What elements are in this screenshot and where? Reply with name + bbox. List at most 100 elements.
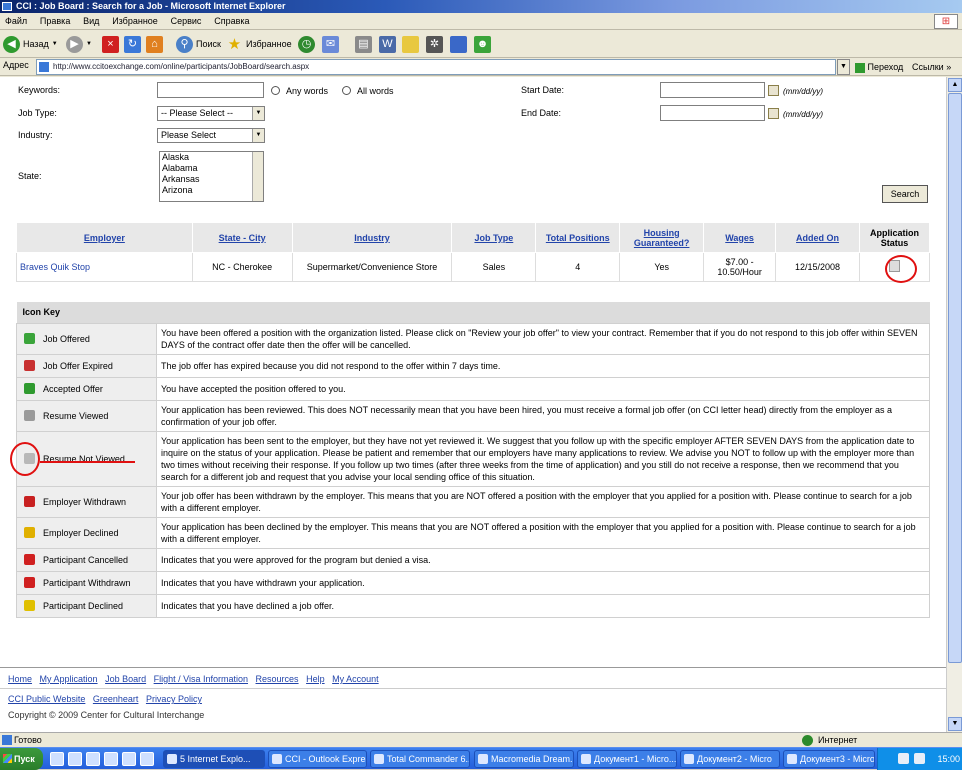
start-date-input[interactable] — [660, 82, 765, 98]
ie-icon — [2, 2, 12, 11]
col-employer[interactable]: Employer — [16, 222, 193, 253]
icon-key-label: Employer Withdrawn — [43, 496, 127, 507]
home-button[interactable]: ⌂ — [146, 34, 166, 54]
favorites-button[interactable]: ★ Избранное — [226, 34, 292, 54]
footer-link-my-application[interactable]: My Application — [40, 674, 98, 684]
col-job-type[interactable]: Job Type — [451, 222, 537, 253]
taskbar-button-word-2[interactable]: Документ2 - Micro — [680, 750, 780, 768]
menu-tools[interactable]: Сервис — [166, 13, 207, 30]
menu-view[interactable]: Вид — [78, 13, 104, 30]
windows-flag-icon — [3, 754, 12, 763]
col-state-city[interactable]: State - City — [191, 222, 293, 253]
messenger-button[interactable] — [450, 34, 470, 54]
state-option[interactable]: Arkansas — [162, 174, 263, 185]
stop-button[interactable]: × — [102, 34, 122, 54]
industry-select[interactable]: Please Select ▼ — [157, 128, 265, 143]
participant-declined-icon — [24, 599, 35, 611]
quicklaunch-icon[interactable] — [68, 752, 82, 766]
icon-key-name: Resume Viewed — [16, 399, 157, 432]
menu-favorites[interactable]: Избранное — [107, 13, 163, 30]
footer-link-job-board[interactable]: Job Board — [105, 674, 146, 684]
footer-link-greenheart[interactable]: Greenheart — [93, 694, 139, 704]
search-submit-button[interactable]: Search — [882, 185, 928, 203]
address-dropdown-button[interactable]: ▼ — [837, 59, 850, 75]
job-type-select[interactable]: -- Please Select -- ▼ — [157, 106, 265, 121]
calendar-icon[interactable] — [768, 108, 779, 119]
col-added-on[interactable]: Added On — [775, 222, 860, 253]
state-option[interactable]: Arizona — [162, 185, 263, 196]
taskbar-button-word-3[interactable]: Документ3 - Micros... — [783, 750, 875, 768]
col-housing[interactable]: Housing Guaranteed? — [619, 222, 705, 253]
any-words-radio[interactable] — [271, 86, 280, 95]
employer-link[interactable]: Braves Quik Stop — [16, 252, 193, 282]
calendar-icon[interactable] — [768, 85, 779, 96]
refresh-button[interactable]: ↻ — [124, 34, 144, 54]
discuss-button[interactable] — [402, 34, 422, 54]
copyright-text: Copyright © 2009 Center for Cultural Int… — [8, 710, 205, 720]
search-button[interactable]: ⚲ Поиск — [176, 34, 221, 54]
tray-icon[interactable] — [914, 753, 925, 764]
menu-edit[interactable]: Правка — [35, 13, 75, 30]
users-button[interactable]: ☻ — [474, 34, 494, 54]
footer-link-home[interactable]: Home — [8, 674, 32, 684]
taskbar-button-ie[interactable]: 5 Internet Explo... — [163, 750, 265, 768]
vertical-scrollbar[interactable]: ▲ ▼ — [946, 77, 962, 732]
menu-file[interactable]: Файл — [0, 13, 32, 30]
end-date-format: (mm/dd/yy) — [783, 110, 823, 119]
total-commander-icon — [374, 754, 384, 764]
icon-key-label: Accepted Offer — [43, 383, 103, 394]
all-words-radio[interactable] — [342, 86, 351, 95]
forward-button[interactable]: ▶ ▼ — [66, 34, 92, 54]
quicklaunch-icon[interactable] — [104, 752, 118, 766]
scroll-thumb[interactable] — [948, 93, 962, 663]
state-option[interactable]: Alaska — [162, 152, 263, 163]
globe-icon — [802, 735, 813, 746]
print-button[interactable]: ▤ — [355, 34, 375, 54]
chevron-down-icon: ▼ — [86, 41, 92, 47]
go-button[interactable]: Переход — [855, 59, 903, 75]
edit-button[interactable]: W — [379, 34, 399, 54]
end-date-input[interactable] — [660, 105, 765, 121]
address-input[interactable]: http://www.ccitoexchange.com/online/part… — [36, 59, 836, 75]
col-wages[interactable]: Wages — [703, 222, 777, 253]
taskbar-button-word-1[interactable]: Документ1 - Micro... — [577, 750, 677, 768]
footer-link-flight-visa[interactable]: Flight / Visa Information — [154, 674, 248, 684]
table-row: Braves Quik Stop NC - Cherokee Supermark… — [16, 252, 931, 282]
icon-key-label: Participant Withdrawn — [43, 577, 131, 588]
quicklaunch-icon[interactable] — [122, 752, 136, 766]
back-button[interactable]: ◀ Назад ▼ — [3, 34, 58, 54]
state-option[interactable]: Alabama — [162, 163, 263, 174]
icon-key-name: Participant Declined — [16, 593, 157, 618]
links-button[interactable]: Ссылки » — [912, 59, 951, 75]
scroll-up-arrow-icon[interactable]: ▲ — [948, 78, 962, 92]
windows-logo-icon: ⊞ — [934, 14, 958, 29]
history-button[interactable]: ◷ — [298, 34, 318, 54]
highlight-ring — [10, 442, 40, 476]
taskbar-button-dreamweaver[interactable]: Macromedia Dream... — [474, 750, 574, 768]
state-listbox[interactable]: Alaska Alabama Arkansas Arizona — [159, 151, 264, 202]
quicklaunch-icon[interactable] — [140, 752, 154, 766]
quicklaunch-ie-icon[interactable] — [50, 752, 64, 766]
footer-link-cci-public[interactable]: CCI Public Website — [8, 694, 85, 704]
footer-link-my-account[interactable]: My Account — [332, 674, 379, 684]
task-label: Документ1 - Micro... — [594, 754, 677, 764]
keywords-input[interactable] — [157, 82, 264, 98]
footer-link-privacy[interactable]: Privacy Policy — [146, 694, 202, 704]
menu-help[interactable]: Справка — [209, 13, 254, 30]
taskbar-button-outlook[interactable]: CCI - Outlook Express — [268, 750, 367, 768]
footer-link-resources[interactable]: Resources — [256, 674, 299, 684]
end-date-label: End Date: — [521, 108, 562, 118]
quicklaunch-icon[interactable] — [86, 752, 100, 766]
tool-button[interactable]: ✲ — [426, 34, 446, 54]
scroll-down-arrow-icon[interactable]: ▼ — [948, 717, 962, 731]
refresh-icon: ↻ — [124, 35, 141, 53]
start-button[interactable]: Пуск — [0, 748, 43, 770]
footer-link-help[interactable]: Help — [306, 674, 325, 684]
tray-icon[interactable] — [898, 753, 909, 764]
listbox-scrollbar[interactable] — [252, 152, 263, 201]
col-total-positions[interactable]: Total Positions — [535, 222, 621, 253]
taskbar-button-total-commander[interactable]: Total Commander 6... — [370, 750, 470, 768]
mail-button[interactable]: ✉ — [322, 34, 342, 54]
col-industry[interactable]: Industry — [291, 222, 453, 253]
icon-key-row: Resume Not Viewed Your application has be… — [16, 430, 930, 487]
